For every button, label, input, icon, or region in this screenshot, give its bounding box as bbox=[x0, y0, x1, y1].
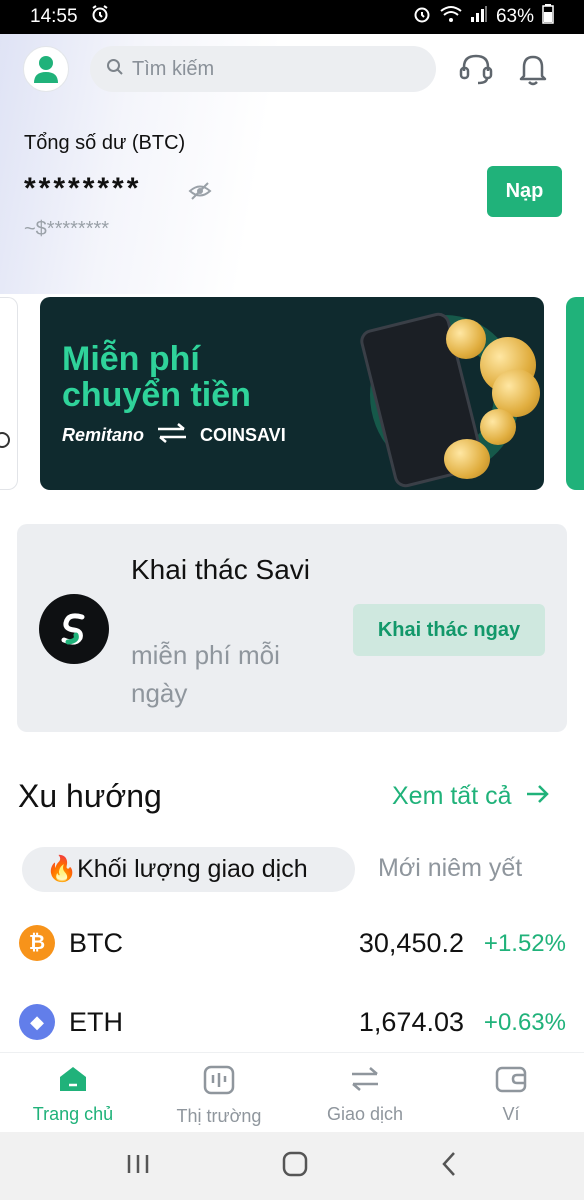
signal-icon bbox=[470, 5, 488, 29]
back-icon[interactable] bbox=[439, 1150, 459, 1183]
start-mining-button[interactable]: Khai thác ngay bbox=[353, 604, 545, 656]
recent-apps-icon[interactable] bbox=[125, 1152, 151, 1181]
tab-new-listings[interactable]: Mới niêm yết bbox=[378, 854, 522, 883]
mining-title: Khai thác Savi bbox=[131, 554, 310, 585]
mining-subtitle: miễn phí mỗi ngày bbox=[131, 640, 280, 708]
nav-wallet-label: Ví bbox=[502, 1104, 520, 1124]
coin-row-btc[interactable]: ₿ BTC 30,450.2 +1.52% bbox=[0, 918, 584, 968]
system-navigation-bar bbox=[0, 1132, 584, 1200]
bottom-navigation: Trang chủ Thị trường Giao dịch Ví bbox=[0, 1052, 584, 1132]
nav-home[interactable]: Trang chủ bbox=[0, 1053, 146, 1132]
user-icon bbox=[34, 56, 58, 83]
banner-title: Miễn phí chuyển tiền bbox=[62, 341, 362, 413]
swap-arrows-icon bbox=[156, 423, 188, 448]
arrow-right-icon bbox=[526, 782, 550, 811]
nav-wallet[interactable]: Ví bbox=[438, 1053, 584, 1132]
nav-trade[interactable]: Giao dịch bbox=[292, 1053, 438, 1132]
swap-icon bbox=[349, 1065, 381, 1098]
wallet-icon bbox=[495, 1065, 527, 1098]
promo-banner[interactable]: Miễn phí chuyển tiền Remitano COINSAVI bbox=[40, 297, 544, 490]
see-all-link[interactable]: Xem tất cả bbox=[392, 782, 550, 811]
market-icon bbox=[203, 1065, 235, 1100]
bitcoin-icon: ₿ bbox=[19, 925, 55, 961]
home-icon bbox=[57, 1065, 89, 1098]
nav-market-label: Thị trường bbox=[176, 1106, 262, 1126]
avatar[interactable] bbox=[23, 46, 69, 92]
gold-coin-image bbox=[444, 439, 490, 479]
ethereum-icon: ◆ bbox=[19, 1004, 55, 1040]
remitano-logo: Remitano bbox=[62, 425, 145, 445]
coin-row-eth[interactable]: ◆ ETH 1,674.03 +0.63% bbox=[0, 997, 584, 1047]
status-bar: 14:55 63% bbox=[0, 0, 584, 34]
gold-coin-image bbox=[480, 409, 516, 445]
alarm-icon bbox=[90, 4, 110, 30]
eye-hidden-icon[interactable] bbox=[188, 180, 212, 207]
coinsavi-logo: COINSAVI bbox=[200, 425, 286, 445]
search-bar[interactable] bbox=[90, 46, 436, 92]
mining-card: Khai thác Savi miễn phí mỗi ngày Khai th… bbox=[17, 524, 567, 732]
nav-trade-label: Giao dịch bbox=[326, 1104, 404, 1124]
banner-title-line1: Miễn phí bbox=[62, 340, 200, 378]
deposit-button[interactable]: Nạp bbox=[487, 166, 562, 217]
banner-title-line2: chuyển tiền bbox=[62, 376, 251, 414]
balance-label: Tổng số dư (BTC) bbox=[24, 132, 186, 154]
status-time: 14:55 bbox=[30, 6, 78, 27]
coin-price: 30,450.2 bbox=[358, 928, 464, 958]
top-header bbox=[0, 44, 584, 94]
wifi-icon bbox=[440, 5, 462, 29]
alarm-icon bbox=[412, 4, 432, 30]
savi-logo-icon bbox=[39, 594, 109, 664]
coin-change: +0.63% bbox=[483, 1009, 566, 1036]
coin-change: +1.52% bbox=[483, 930, 566, 957]
gold-coin-image bbox=[446, 319, 486, 359]
coin-price: 1,674.03 bbox=[358, 1007, 464, 1037]
search-icon bbox=[106, 58, 124, 81]
coin-symbol: ETH bbox=[69, 1007, 123, 1037]
nav-home-label: Trang chủ bbox=[32, 1104, 114, 1124]
coin-symbol: BTC bbox=[69, 928, 123, 958]
tab-trading-volume[interactable]: 🔥Khối lượng giao dịch bbox=[22, 847, 355, 892]
battery-percent: 63% bbox=[495, 6, 534, 27]
nav-market[interactable]: Thị trường bbox=[146, 1053, 292, 1132]
battery-icon bbox=[542, 4, 554, 30]
search-input[interactable] bbox=[132, 57, 412, 81]
banner-next-peek[interactable] bbox=[566, 297, 584, 490]
bell-icon[interactable] bbox=[514, 50, 552, 88]
balance-value: ******** bbox=[24, 172, 142, 205]
trend-section-title: Xu hướng bbox=[18, 778, 162, 814]
see-all-label: Xem tất cả bbox=[392, 782, 512, 810]
banner-brands: Remitano COINSAVI bbox=[62, 423, 286, 448]
home-button-icon[interactable] bbox=[281, 1150, 309, 1183]
balance-usd: ~$******** bbox=[24, 218, 110, 240]
support-headset-icon[interactable] bbox=[457, 50, 495, 88]
banner-previous-peek[interactable] bbox=[0, 297, 18, 490]
